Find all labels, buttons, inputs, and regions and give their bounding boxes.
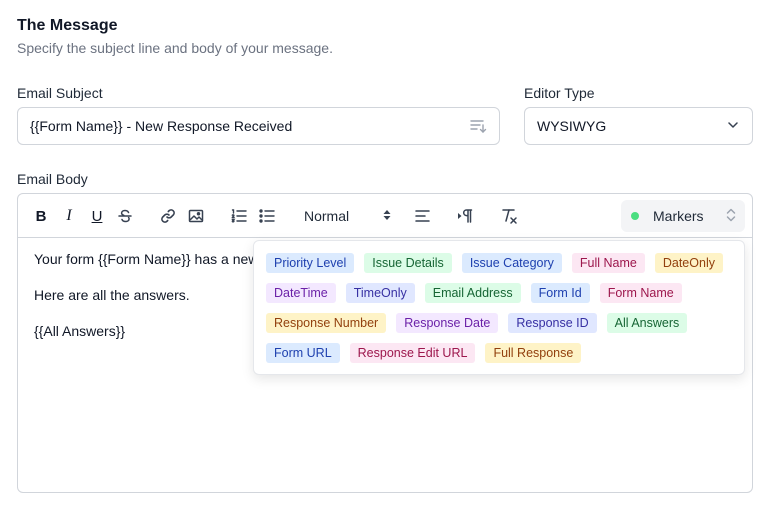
markers-list: Priority Level Issue Details Issue Categor… <box>266 253 736 363</box>
underline-button[interactable]: U <box>87 206 107 226</box>
editor-type-label: Editor Type <box>524 85 595 101</box>
body-line: Here are all the answers. <box>34 287 190 303</box>
bold-button[interactable]: B <box>31 206 51 226</box>
ordered-list-button[interactable] <box>229 206 249 226</box>
marker-chip[interactable]: DateTime <box>266 283 336 303</box>
marker-chip[interactable]: Form Name <box>599 283 682 303</box>
paragraph-direction-icon <box>458 209 473 223</box>
email-body-label: Email Body <box>17 171 88 187</box>
clear-format-icon <box>502 209 517 224</box>
email-subject-value: {{Form Name}} - New Response Received <box>30 118 293 134</box>
italic-icon: I <box>66 207 72 224</box>
markers-popover: Priority Level Issue Details Issue Categor… <box>253 240 745 375</box>
image-icon <box>188 209 204 223</box>
editor-type-value: WYSIWYG <box>537 118 607 134</box>
marker-chip[interactable]: Issue Category <box>461 253 562 273</box>
marker-chip[interactable]: Priority Level <box>266 253 355 273</box>
editor-toolbar: B I U Normal Markers <box>18 194 752 238</box>
align-left-icon <box>415 210 430 222</box>
image-button[interactable] <box>186 206 206 226</box>
ordered-list-icon <box>231 209 247 223</box>
marker-chip[interactable]: TimeOnly <box>345 283 415 303</box>
bullet-list-button[interactable] <box>257 206 277 226</box>
underline-icon: U <box>91 207 103 225</box>
marker-chip[interactable]: Full Response <box>485 343 582 363</box>
marker-chip[interactable]: Full Name <box>571 253 645 273</box>
markers-label: Markers <box>653 208 704 224</box>
text-direction-button[interactable] <box>455 206 475 226</box>
body-line: {{All Answers}} <box>34 323 126 339</box>
link-icon <box>161 209 175 223</box>
marker-chip[interactable]: Response Number <box>266 313 387 333</box>
section-subtitle: Specify the subject line and body of you… <box>17 40 333 56</box>
marker-chip[interactable]: All Answers <box>606 313 688 333</box>
text-size-select[interactable]: Normal <box>304 206 392 226</box>
marker-chip[interactable]: Issue Details <box>364 253 452 273</box>
marker-chip[interactable]: Response ID <box>508 313 597 333</box>
marker-chip[interactable]: Email Address <box>424 283 521 303</box>
marker-chip[interactable]: Response Date <box>396 313 499 333</box>
insert-variable-icon[interactable] <box>469 117 487 135</box>
chevron-updown-icon <box>725 207 737 226</box>
bullet-list-icon <box>259 209 275 223</box>
markers-button[interactable]: Markers <box>621 200 745 232</box>
bold-icon: B <box>35 207 47 225</box>
text-size-value: Normal <box>304 208 350 224</box>
editor-type-select[interactable]: WYSIWYG <box>524 107 753 145</box>
section-title: The Message <box>17 17 118 34</box>
body-line: Your form {{Form Name}} has a new <box>34 251 259 267</box>
align-button[interactable] <box>413 206 433 226</box>
strikethrough-button[interactable] <box>115 206 135 226</box>
email-subject-input[interactable]: {{Form Name}} - New Response Received <box>17 107 500 145</box>
link-button[interactable] <box>158 206 178 226</box>
markers-status-dot <box>631 212 639 220</box>
chevron-down-icon <box>726 118 740 135</box>
marker-chip[interactable]: Response Edit URL <box>349 343 476 363</box>
marker-chip[interactable]: Form Id <box>530 283 590 303</box>
italic-button[interactable]: I <box>59 206 79 226</box>
updown-arrows-icon <box>382 208 392 225</box>
strikethrough-icon <box>118 209 132 223</box>
email-subject-label: Email Subject <box>17 85 103 101</box>
clear-format-button[interactable] <box>499 206 519 226</box>
marker-chip[interactable]: Form URL <box>266 343 340 363</box>
marker-chip[interactable]: DateOnly <box>654 253 723 273</box>
